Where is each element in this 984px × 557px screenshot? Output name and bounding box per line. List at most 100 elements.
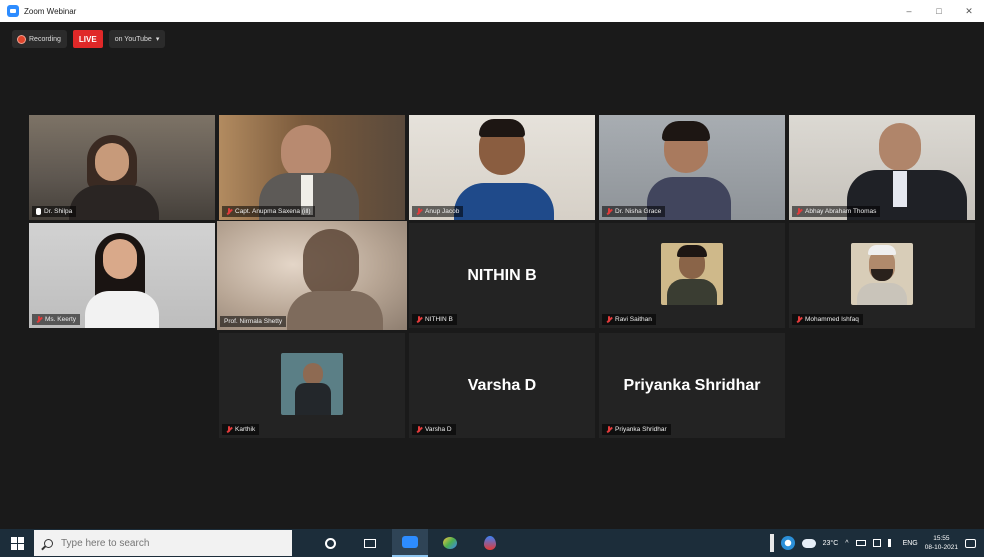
system-tray: 23°C ^ ENG 15:55 08-10-2021 [769,529,984,557]
participant-name: Prof. Nirmala Shetty [224,318,283,325]
video-feed [599,115,785,220]
minimize-button[interactable]: – [894,0,924,22]
taskbar-app-chrome[interactable] [472,529,508,557]
participant-name-tag: Anup Jacob [412,206,464,217]
video-feed [29,223,215,328]
volume-icon[interactable] [887,539,896,547]
recording-indicator[interactable]: Recording [12,30,67,48]
live-stream-label: on YouTube [114,35,152,43]
video-feed [409,115,595,220]
clock-date: 08-10-2021 [924,544,958,551]
task-view-button[interactable] [352,529,388,557]
participant-name-tag: Mohammed Ishfaq [792,314,863,325]
video-feed [219,115,405,220]
participant-avatar [661,243,723,305]
search-icon [44,538,53,548]
participant-tile[interactable]: Abhay Abraham Thomas [789,115,975,220]
video-feed [217,221,407,330]
recording-label: Recording [29,35,61,43]
participant-avatar [281,353,343,415]
input-language[interactable]: ENG [903,540,918,547]
zoom-app-icon [402,536,418,548]
close-button[interactable]: ✕ [954,0,984,22]
participant-tile[interactable]: Capt. Anupma Saxena (ill) [219,115,405,220]
participant-tile[interactable]: Karthik [219,333,405,438]
participant-name-tag: Karthik [222,424,260,435]
chevron-down-icon: ▾ [155,36,160,43]
maximize-button[interactable]: □ [924,0,954,22]
recording-bar: Recording LIVE on YouTube ▾ [12,30,166,48]
participant-name: Dr. Nisha Grace [615,208,662,215]
participant-name: Capt. Anupma Saxena (ill) [235,208,311,215]
live-badge: LIVE [72,30,103,48]
mic-muted-icon [606,208,612,215]
window-titlebar: Zoom Webinar – □ ✕ [0,0,984,22]
participant-name-tag: Capt. Anupma Saxena (ill) [222,206,315,217]
start-button[interactable] [0,529,34,557]
mic-muted-icon [606,316,612,323]
participant-name: NITHIN B [425,316,453,323]
participant-tile[interactable]: Varsha D Varsha D [409,333,595,438]
mic-muted-icon [606,426,612,433]
participant-name-tag: Dr. Shilpa [32,206,77,217]
battery-icon[interactable] [855,540,866,546]
mic-muted-icon [416,208,422,215]
mic-muted-icon [36,316,42,323]
clock-time: 15:55 [933,535,950,542]
notification-icon[interactable] [965,538,976,548]
task-view-icon [364,538,376,548]
participant-name-tag: Ms. Keerty [32,314,81,325]
cortana-circle-icon [324,537,336,549]
taskbar-search[interactable] [34,530,292,556]
taskbar-apps [312,529,508,557]
participant-name: Priyanka Shridhar [615,426,667,433]
taskbar-search-input[interactable] [61,537,261,549]
mic-muted-icon [226,208,232,215]
cortana-button[interactable] [312,529,348,557]
mic-muted-icon [796,208,802,215]
participant-name: Karthik [235,426,256,433]
participant-display-name: Priyanka Shridhar [623,377,761,394]
participant-tile[interactable]: Mohammed Ishfaq [789,223,975,328]
participant-name-tag: Priyanka Shridhar [602,424,671,435]
participant-display-name: NITHIN B [467,267,537,284]
participant-name: Dr. Shilpa [44,208,73,215]
participant-tile[interactable]: NITHIN B NITHIN B [409,223,595,328]
network-icon[interactable] [872,539,881,547]
participant-tile[interactable]: Anup Jacob [409,115,595,220]
participant-tile[interactable]: Dr. Nisha Grace [599,115,785,220]
taskbar-app-paint[interactable] [432,529,468,557]
live-stream-dropdown[interactable]: on YouTube ▾ [108,30,166,48]
mic-muted-icon [796,316,802,323]
participant-tile[interactable]: Priyanka Shridhar Priyanka Shridhar [599,333,785,438]
participant-name: Ms. Keerty [45,316,77,323]
participant-name: Mohammed Ishfaq [805,316,859,323]
participant-name-tag: Dr. Nisha Grace [602,206,666,217]
participant-tile-active-speaker[interactable]: Prof. Nirmala Shetty [217,221,407,330]
participant-name-tag: Varsha D [412,424,456,435]
participant-name: Abhay Abraham Thomas [805,208,877,215]
window-title: Zoom Webinar [24,6,77,16]
weather-temperature[interactable]: 23°C [823,540,839,547]
recording-dot-icon [18,35,25,43]
participant-name-tag: NITHIN B [412,314,457,325]
participant-name-tag: Prof. Nirmala Shetty [220,316,287,327]
windows-logo-icon [10,536,24,550]
browser-pinned-icon[interactable] [780,536,795,550]
taskbar-clock[interactable]: 15:55 08-10-2021 [925,534,958,552]
weather-cloud-icon[interactable] [801,538,816,548]
participant-name-tag: Abhay Abraham Thomas [792,206,881,217]
chevron-up-icon[interactable]: ^ [845,540,848,547]
participant-tile[interactable]: Ms. Keerty [29,223,215,328]
taskbar-app-zoom[interactable] [392,529,428,557]
participant-tile[interactable]: Dr. Shilpa [29,115,215,220]
participant-avatar [851,243,913,305]
participant-tile[interactable]: Ravi Saithan [599,223,785,328]
participant-display-name: Varsha D [467,377,537,394]
zoom-app-icon [7,5,19,17]
show-desktop-sliver[interactable] [769,534,774,552]
window-controls: – □ ✕ [894,0,984,22]
mic-muted-icon [416,426,422,433]
video-feed [789,115,975,220]
participant-name: Ravi Saithan [615,316,652,323]
